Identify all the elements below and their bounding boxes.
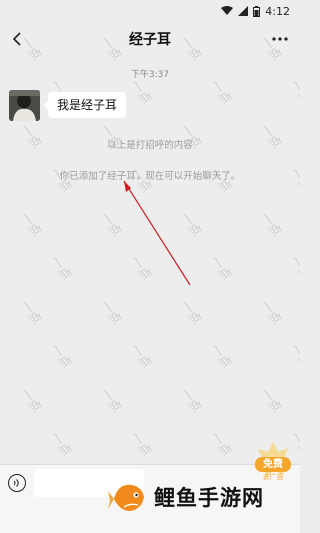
brand-name: 鲤鱼手游网 [154,486,264,510]
voice-icon [13,479,19,487]
brand-watermark: 鲤鱼手游网 [108,462,300,532]
carp-logo-icon [108,484,144,511]
voice-button[interactable] [8,474,26,492]
